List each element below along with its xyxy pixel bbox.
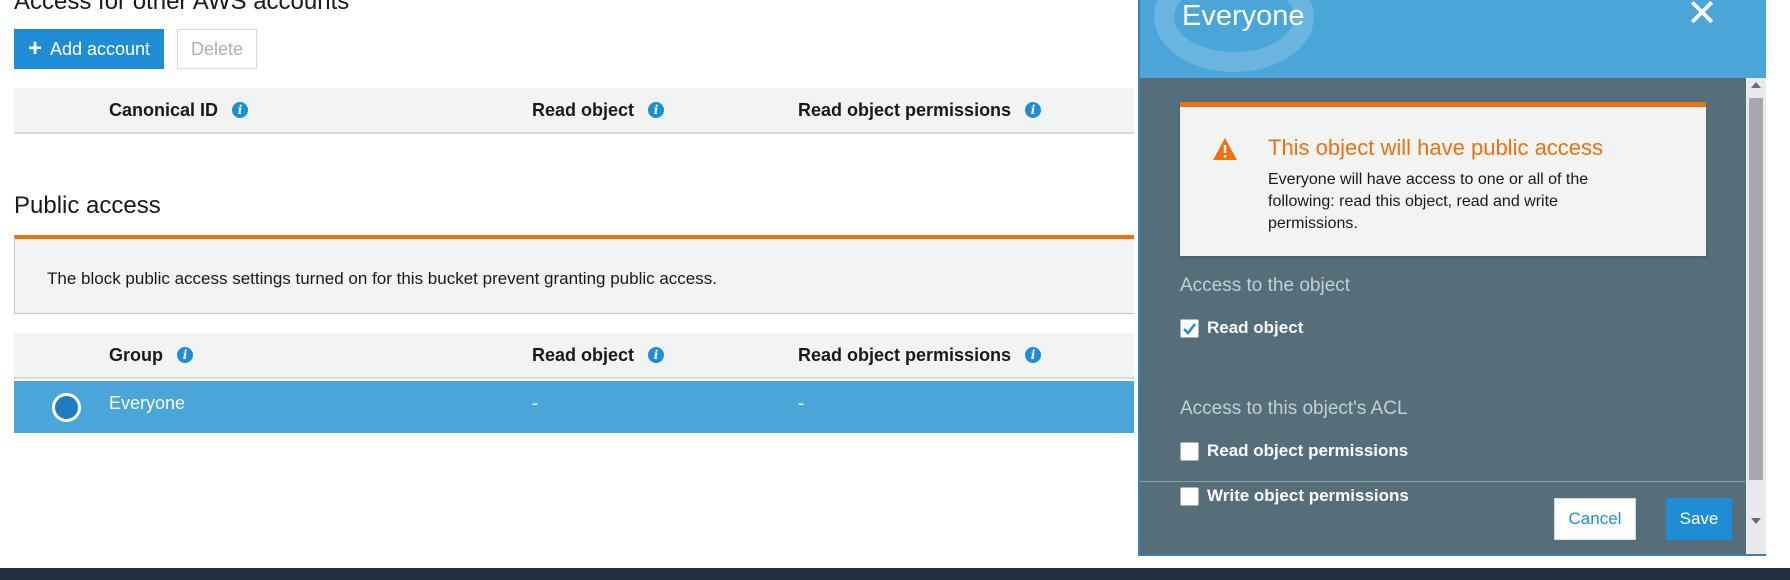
scroll-thumb[interactable] [1749,98,1763,480]
public-access-warning: This object will have public access Ever… [1180,102,1706,256]
write-object-permissions-checkbox-row[interactable]: Write object permissions [1180,486,1409,506]
table-row[interactable]: Everyone - - [14,381,1134,433]
col-group: Group i [109,333,193,377]
save-button[interactable]: Save [1666,498,1732,540]
read-object-checkbox-row[interactable]: Read object [1180,318,1303,338]
scroll-down-arrow-icon[interactable] [1751,518,1761,524]
public-access-banner-text: The block public access settings turned … [47,269,717,288]
cancel-button[interactable]: Cancel [1554,498,1636,540]
warning-text: Everyone will have access to one or all … [1268,171,1589,232]
object-access-label: Access to the object [1180,275,1351,296]
aws-accounts-table-header: Canonical ID i Read object i Read object… [14,88,1134,134]
col-read-object-permissions-label: Read object permissions [798,99,1012,120]
col-read-object-permissions: Read object permissions i [798,333,1042,377]
warning-title: This object will have public access [1268,135,1604,160]
read-object-checkbox[interactable] [1180,318,1199,338]
modal-footer-divider [1140,481,1746,482]
read-object-checkbox-label: Read object [1207,318,1304,337]
add-account-label: Add account [49,38,151,59]
aws-accounts-section-title: Access for other AWS accounts [14,0,350,15]
footer-bar [0,568,1790,580]
col-read-object-permissions-label: Read object permissions [798,344,1012,365]
write-object-permissions-checkbox[interactable] [1180,486,1199,506]
info-icon[interactable]: i [648,102,665,118]
col-canonical-id-label: Canonical ID [109,99,219,120]
col-read-object-label: Read object [532,99,635,120]
row-group-cell: Everyone [109,393,186,413]
info-icon[interactable]: i [648,347,665,363]
scroll-up-arrow-icon[interactable] [1751,82,1761,88]
read-object-permissions-checkbox[interactable] [1180,441,1199,461]
read-object-permissions-checkbox-row[interactable]: Read object permissions [1180,441,1408,461]
modal-body: This object will have public access Ever… [1140,78,1746,556]
row-radio-button[interactable] [52,393,81,422]
modal-scrollbar[interactable] [1746,78,1766,554]
acl-access-label: Access to this object's ACL [1180,398,1408,419]
everyone-permissions-modal: Everyone ✕ This object will have public … [1138,0,1766,556]
col-read-object-label: Read object [532,344,635,365]
checkmark-icon [1183,322,1197,335]
info-icon[interactable]: i [232,102,249,118]
col-read-object: Read object i [532,88,665,132]
warning-icon [1213,138,1237,160]
modal-header: Everyone ✕ [1140,0,1766,78]
col-read-object-permissions: Read object permissions i [798,88,1042,132]
col-canonical-id: Canonical ID i [109,88,249,132]
row-read-object-cell: - [532,393,538,413]
info-icon[interactable]: i [1025,347,1042,363]
delete-button[interactable]: Delete [177,29,257,69]
public-access-table-header: Group i Read object i Read object permis… [14,333,1134,379]
public-access-section-title: Public access [14,192,161,219]
read-object-permissions-checkbox-label: Read object permissions [1207,441,1409,460]
public-access-banner: The block public access settings turned … [14,235,1134,314]
col-read-object: Read object i [532,333,665,377]
close-icon[interactable]: ✕ [1686,0,1718,33]
modal-title: Everyone [1182,0,1305,32]
col-group-label: Group [109,344,163,365]
add-account-button[interactable]: + Add account [14,29,164,69]
write-object-permissions-checkbox-label: Write object permissions [1207,486,1409,505]
plus-icon: + [27,35,42,62]
info-icon[interactable]: i [177,347,193,363]
info-icon[interactable]: i [1025,102,1042,118]
row-read-object-permissions-cell: - [798,393,804,413]
